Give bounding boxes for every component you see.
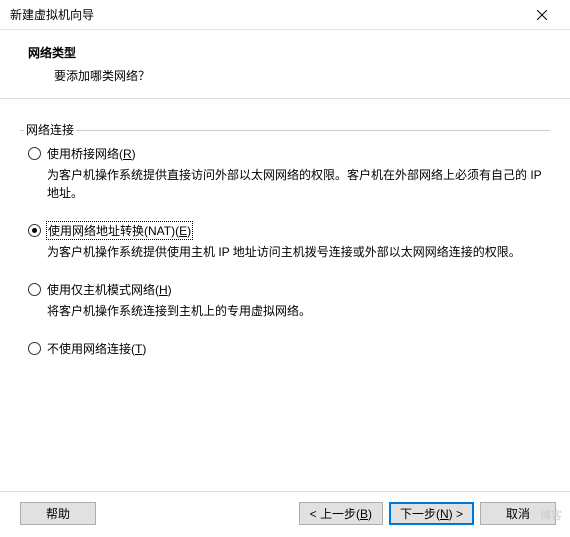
footer-buttons: 帮助 < 上一步(B) 下一步(N) > 取消 — [0, 491, 570, 537]
option-nat[interactable]: 使用网络地址转换(NAT)(E) 为客户机操作系统提供使用主机 IP 地址访问主… — [28, 222, 542, 261]
content-area: 网络连接 使用桥接网络(R) 为客户机操作系统提供直接访问外部以太网网络的权限。… — [0, 99, 570, 385]
titlebar: 新建虚拟机向导 — [0, 0, 570, 30]
close-button[interactable] — [522, 1, 562, 29]
option-nat-desc: 为客户机操作系统提供使用主机 IP 地址访问主机拨号连接或外部以太网网络连接的权… — [47, 243, 542, 261]
option-bridged-label: 使用桥接网络(R) — [47, 145, 136, 162]
page-subtext: 要添加哪类网络？ — [54, 67, 550, 84]
option-bridged-desc: 为客户机操作系统提供直接访问外部以太网网络的权限。客户机在外部网络上必须有自己的… — [47, 166, 542, 202]
option-bridged[interactable]: 使用桥接网络(R) 为客户机操作系统提供直接访问外部以太网网络的权限。客户机在外… — [28, 145, 542, 202]
back-button[interactable]: < 上一步(B) — [299, 502, 383, 525]
radio-none[interactable] — [28, 342, 41, 355]
option-none-label: 不使用网络连接(T) — [47, 340, 146, 357]
window-title: 新建虚拟机向导 — [10, 6, 94, 23]
close-icon — [537, 10, 547, 20]
option-none[interactable]: 不使用网络连接(T) — [28, 340, 542, 357]
next-button[interactable]: 下一步(N) > — [389, 502, 474, 525]
network-options-group: 使用桥接网络(R) 为客户机操作系统提供直接访问外部以太网网络的权限。客户机在外… — [20, 131, 550, 385]
help-button[interactable]: 帮助 — [20, 502, 96, 525]
cancel-button[interactable]: 取消 — [480, 502, 556, 525]
radio-hostonly[interactable] — [28, 283, 41, 296]
option-hostonly-desc: 将客户机操作系统连接到主机上的专用虚拟网络。 — [47, 302, 542, 320]
radio-nat[interactable] — [28, 224, 41, 237]
option-hostonly[interactable]: 使用仅主机模式网络(H) 将客户机操作系统连接到主机上的专用虚拟网络。 — [28, 281, 542, 320]
option-hostonly-label: 使用仅主机模式网络(H) — [47, 281, 172, 298]
wizard-header: 网络类型 要添加哪类网络？ — [0, 30, 570, 99]
fieldset-legend: 网络连接 — [24, 121, 76, 138]
page-heading: 网络类型 — [28, 44, 550, 61]
radio-bridged[interactable] — [28, 147, 41, 160]
option-nat-label: 使用网络地址转换(NAT)(E) — [47, 222, 192, 239]
